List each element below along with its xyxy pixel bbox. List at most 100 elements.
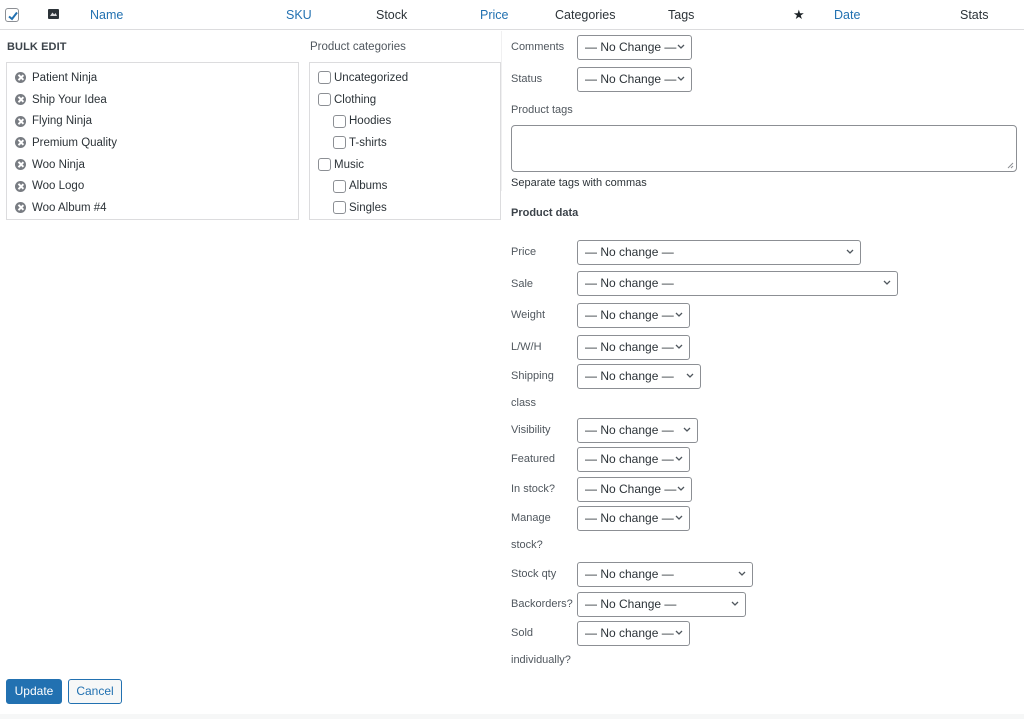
chevron-down-icon xyxy=(675,456,682,463)
remove-icon[interactable] xyxy=(15,116,26,127)
remove-icon[interactable] xyxy=(15,137,26,148)
resize-handle-icon[interactable] xyxy=(1006,161,1014,169)
remove-icon[interactable] xyxy=(15,94,26,105)
sold-individually-label-2: individually? xyxy=(511,654,571,666)
select-value: — No change — xyxy=(585,423,674,437)
sale-select[interactable]: — No change — xyxy=(577,271,898,296)
category-hoodies[interactable]: Hoodies xyxy=(310,110,500,132)
item-label: Woo Logo xyxy=(32,180,84,192)
list-item: Woo Album #4 xyxy=(7,197,298,219)
category-albums[interactable]: Albums xyxy=(310,175,500,197)
chevron-down-icon xyxy=(683,427,690,434)
category-label: Singles xyxy=(349,202,387,214)
column-categories: Categories xyxy=(555,8,615,22)
shipping-class-label: Shipping xyxy=(511,370,554,382)
list-item: Woo Ninja xyxy=(7,154,298,176)
column-stock: Stock xyxy=(376,8,407,22)
column-date[interactable]: Date xyxy=(834,8,860,22)
backorders-label: Backorders? xyxy=(511,598,573,610)
product-tags-hint: Separate tags with commas xyxy=(511,177,647,189)
cancel-button[interactable]: Cancel xyxy=(68,679,122,704)
status-select[interactable]: — No Change — xyxy=(577,67,692,92)
category-label: Uncategorized xyxy=(334,72,408,84)
column-sku[interactable]: SKU xyxy=(286,8,312,22)
column-name[interactable]: Name xyxy=(90,8,123,22)
list-item: Premium Quality xyxy=(7,132,298,154)
item-label: Woo Album #4 xyxy=(32,202,107,214)
item-label: Ship Your Idea xyxy=(32,94,107,106)
category-clothing[interactable]: Clothing xyxy=(310,89,500,111)
image-icon xyxy=(48,9,59,19)
select-value: — No change — xyxy=(585,308,674,322)
status-label: Status xyxy=(511,73,542,85)
chevron-down-icon xyxy=(883,280,890,287)
manage-stock-label: Manage xyxy=(511,512,551,524)
item-label: Woo Ninja xyxy=(32,159,85,171)
in-stock-select[interactable]: — No Change — xyxy=(577,477,692,502)
star-icon[interactable]: ★ xyxy=(793,7,805,23)
comments-select[interactable]: — No Change — xyxy=(577,35,692,60)
featured-select[interactable]: — No change — xyxy=(577,447,690,472)
category-label: Music xyxy=(334,159,364,171)
select-value: — No change — xyxy=(585,452,674,466)
list-item: Patient Ninja xyxy=(7,67,298,89)
chevron-down-icon xyxy=(675,515,682,522)
chevron-down-icon xyxy=(846,249,853,256)
list-item: Ship Your Idea xyxy=(7,89,298,111)
checkbox[interactable] xyxy=(333,136,346,149)
column-price[interactable]: Price xyxy=(480,8,508,22)
remove-icon[interactable] xyxy=(15,181,26,192)
checkmark-icon xyxy=(7,10,19,22)
category-singles[interactable]: Singles xyxy=(310,197,500,219)
category-label: Clothing xyxy=(334,94,376,106)
update-button[interactable]: Update xyxy=(6,679,62,704)
category-uncategorized[interactable]: Uncategorized xyxy=(310,67,500,89)
column-divider xyxy=(501,31,502,191)
table-header: Name SKU Stock Price Categories Tags ★ D… xyxy=(0,0,1024,30)
category-t-shirts[interactable]: T-shirts xyxy=(310,132,500,154)
checkbox[interactable] xyxy=(333,180,346,193)
category-label: Hoodies xyxy=(349,115,391,127)
select-value: — No change — xyxy=(585,369,674,383)
checkbox[interactable] xyxy=(333,201,346,214)
remove-icon[interactable] xyxy=(15,72,26,83)
select-value: — No change — xyxy=(585,276,674,290)
manage-stock-select[interactable]: — No change — xyxy=(577,506,690,531)
sold-individually-select[interactable]: — No change — xyxy=(577,621,690,646)
remove-icon[interactable] xyxy=(15,159,26,170)
chevron-down-icon xyxy=(677,44,684,51)
lwh-select[interactable]: — No change — xyxy=(577,335,690,360)
shipping-class-select[interactable]: — No change — xyxy=(577,364,701,389)
checkbox[interactable] xyxy=(333,115,346,128)
footer-strip xyxy=(0,714,1024,719)
price-select[interactable]: — No change — xyxy=(577,240,861,265)
lwh-label: L/W/H xyxy=(511,341,542,353)
checkbox[interactable] xyxy=(318,158,331,171)
checkbox[interactable] xyxy=(318,93,331,106)
backorders-select[interactable]: — No Change — xyxy=(577,592,746,617)
product-tags-textarea[interactable] xyxy=(511,125,1017,172)
chevron-down-icon xyxy=(738,571,745,578)
select-all-checkbox[interactable] xyxy=(5,8,19,22)
visibility-select[interactable]: — No change — xyxy=(577,418,698,443)
featured-label: Featured xyxy=(511,453,555,465)
chevron-down-icon xyxy=(677,486,684,493)
select-value: — No change — xyxy=(585,626,674,640)
chevron-down-icon xyxy=(675,630,682,637)
weight-select[interactable]: — No change — xyxy=(577,303,690,328)
column-stats: Stats xyxy=(960,8,989,22)
chevron-down-icon xyxy=(675,312,682,319)
category-music[interactable]: Music xyxy=(310,154,500,176)
checkbox[interactable] xyxy=(318,71,331,84)
category-label: T-shirts xyxy=(349,137,387,149)
item-label: Flying Ninja xyxy=(32,115,92,127)
product-categories-title: Product categories xyxy=(310,41,406,53)
chevron-down-icon xyxy=(675,344,682,351)
sale-label: Sale xyxy=(511,278,533,290)
comments-label: Comments xyxy=(511,41,564,53)
remove-icon[interactable] xyxy=(15,202,26,213)
stock-qty-select[interactable]: — No change — xyxy=(577,562,753,587)
sold-individually-label: Sold xyxy=(511,627,533,639)
list-item: Woo Logo xyxy=(7,175,298,197)
product-tags-label: Product tags xyxy=(511,104,573,116)
